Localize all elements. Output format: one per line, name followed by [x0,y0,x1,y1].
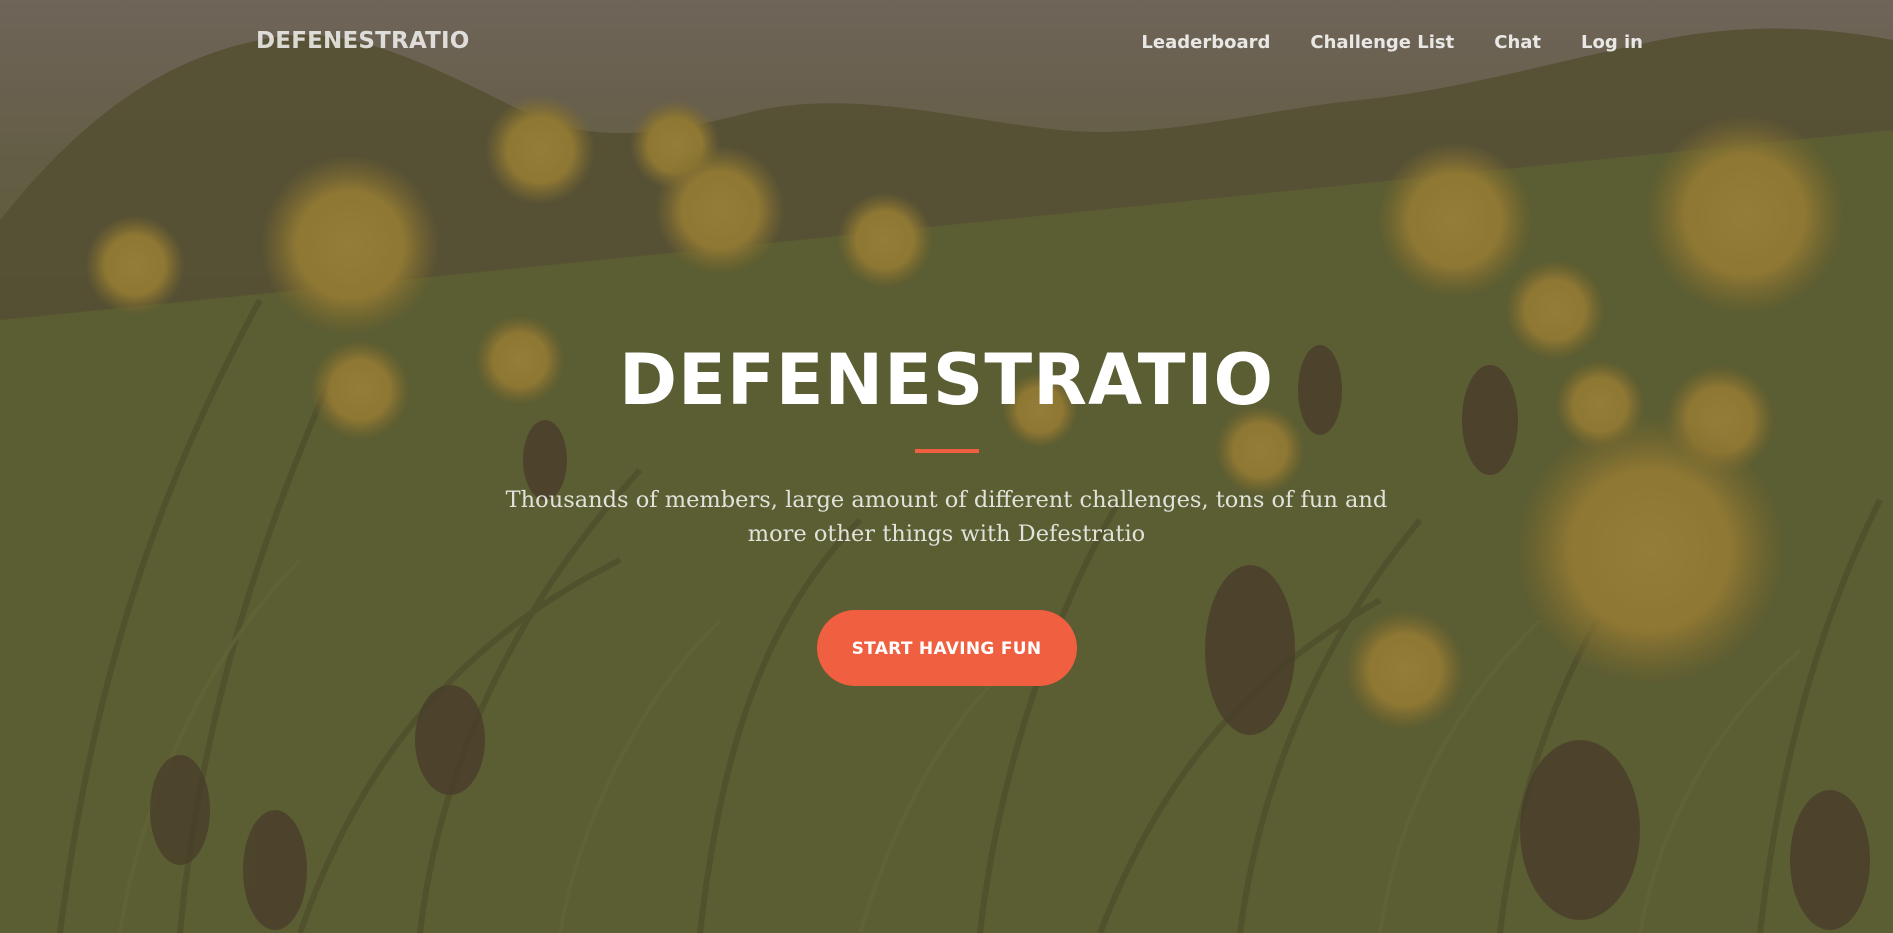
hero-section: DEFENESTRATIO Leaderboard Challenge List… [0,0,1893,933]
nav-links: Leaderboard Challenge List Chat Log in [1141,32,1643,53]
hero-content: DEFENESTRATIO Thousands of members, larg… [0,337,1893,686]
brand-logo-link[interactable]: DEFENESTRATIO [256,28,470,54]
top-navbar: DEFENESTRATIO Leaderboard Challenge List… [0,0,1893,86]
hero-title: DEFENESTRATIO [618,339,1275,421]
nav-link-leaderboard[interactable]: Leaderboard [1141,32,1270,53]
hero-subtitle: Thousands of members, large amount of di… [505,487,1388,547]
nav-link-challenge-list[interactable]: Challenge List [1310,32,1454,53]
title-divider [914,449,979,453]
nav-link-chat[interactable]: Chat [1494,32,1541,53]
start-having-fun-button[interactable]: START HAVING FUN [816,610,1077,686]
nav-link-log-in[interactable]: Log in [1581,32,1643,53]
